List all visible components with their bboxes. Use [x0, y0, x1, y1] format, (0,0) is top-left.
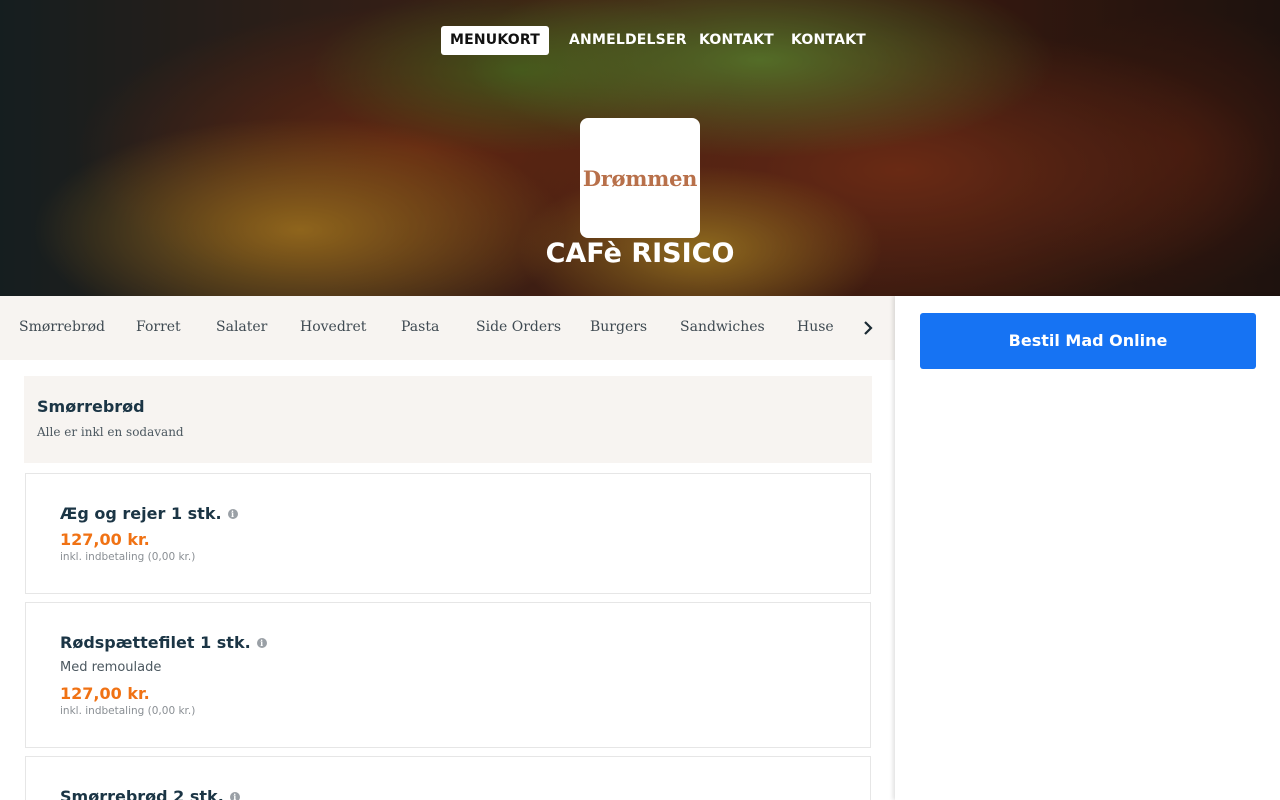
nav-anmeldelser[interactable]: ANMELDELSER [569, 26, 687, 55]
info-icon[interactable]: i [256, 637, 267, 648]
order-panel: Bestil Mad Online [895, 296, 1280, 800]
section-header: Smørrebrød Alle er inkl en sodavand [24, 376, 872, 463]
category-salater[interactable]: Salater [216, 296, 267, 360]
category-side-orders[interactable]: Side Orders [476, 296, 561, 360]
nav-menukort[interactable]: MENUKORT [441, 26, 550, 55]
menu-item-price: 127,00 kr. [60, 684, 150, 703]
menu-item-name: Smørrebrød 2 stk. i [60, 787, 240, 800]
restaurant-logo: Drømmen [580, 118, 700, 238]
menu-item[interactable]: Æg og rejer 1 stk. i 127,00 kr. inkl. in… [25, 473, 871, 594]
category-scroll-right-button[interactable] [848, 296, 888, 360]
info-icon[interactable]: i [229, 791, 240, 800]
section-subtitle: Alle er inkl en sodavand [37, 425, 184, 439]
menu-item[interactable]: Smørrebrød 2 stk. i [25, 756, 871, 800]
nav-kontakt-2[interactable]: KONTAKT [791, 26, 866, 55]
section-title: Smørrebrød [37, 397, 145, 416]
category-smorrebrod[interactable]: Smørrebrød [19, 296, 105, 360]
info-icon[interactable]: i [227, 508, 238, 519]
category-sandwiches[interactable]: Sandwiches [680, 296, 765, 360]
order-online-button[interactable]: Bestil Mad Online [920, 313, 1256, 369]
category-burgers[interactable]: Burgers [590, 296, 647, 360]
category-pasta[interactable]: Pasta [401, 296, 439, 360]
logo-text: Drømmen [582, 165, 698, 191]
menu-item-name: Rødspættefilet 1 stk. i [60, 633, 267, 652]
menu-item-price: 127,00 kr. [60, 530, 150, 549]
category-forret[interactable]: Forret [136, 296, 181, 360]
chevron-right-icon [864, 321, 873, 335]
hero-banner: MENUKORT ANMELDELSER KONTAKT KONTAKT Drø… [0, 0, 1280, 296]
menu-item-name: Æg og rejer 1 stk. i [60, 504, 238, 523]
menu-item-description: Med remoulade [60, 660, 162, 675]
menu-item[interactable]: Rødspættefilet 1 stk. i Med remoulade 12… [25, 602, 871, 748]
category-hovedret[interactable]: Hovedret [300, 296, 366, 360]
top-navigation: MENUKORT ANMELDELSER KONTAKT KONTAKT [0, 26, 1280, 55]
restaurant-name: CAFè RISICO [545, 238, 735, 269]
category-huse[interactable]: Huse [797, 296, 834, 360]
menu-item-fee: inkl. indbetaling (0,00 kr.) [60, 705, 196, 717]
category-bar: Smørrebrød Forret Salater Hovedret Pasta… [0, 296, 895, 360]
nav-kontakt[interactable]: KONTAKT [699, 26, 774, 55]
menu-item-fee: inkl. indbetaling (0,00 kr.) [60, 551, 196, 563]
